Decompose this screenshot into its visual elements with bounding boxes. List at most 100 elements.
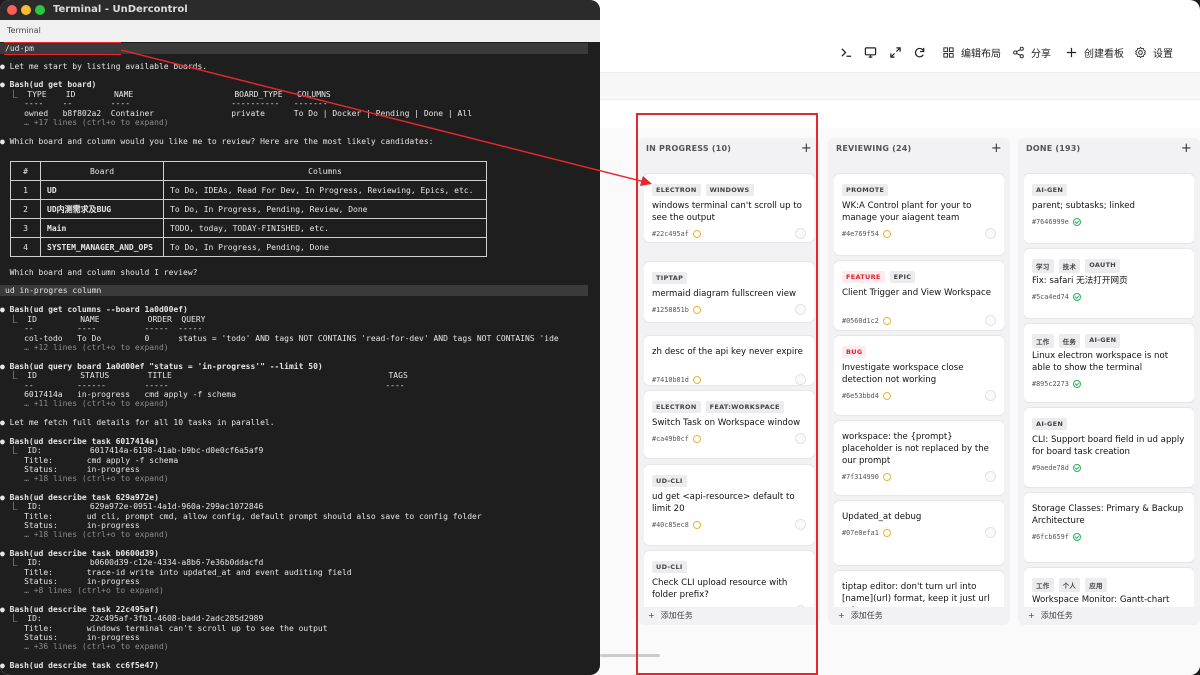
clock-icon: [882, 529, 891, 537]
assignee-avatar[interactable]: [795, 228, 806, 239]
task-card[interactable]: PROMOTE WK:A Control plant for your to ma…: [834, 174, 1004, 255]
task-card[interactable]: 工作 任务 AI-GEN Linux electron workspace is no…: [1024, 324, 1194, 402]
assignee-avatar[interactable]: [795, 374, 806, 385]
terminal-titlebar: Terminal - UnDercontrol: [0, 0, 600, 20]
add-card-icon[interactable]: +: [1181, 141, 1192, 156]
task-card[interactable]: ELECTRON WINDOWS windows terminal can't sc…: [644, 174, 814, 242]
tag-badge: FEAT:WORKSPACE: [705, 401, 784, 413]
card-id-text: #1258851b: [652, 306, 689, 314]
edit-layout-label: 编辑布局: [961, 48, 1001, 60]
table-cell: 2: [10, 199, 41, 219]
expand-icon[interactable]: [889, 36, 902, 68]
add-task-label: 添加任务: [660, 611, 693, 620]
task-card[interactable]: ELECTRON FEAT:WORKSPACE Switch Task on Wor…: [644, 391, 814, 458]
create-board-button[interactable]: 创建看板: [1065, 36, 1124, 68]
table-header-cell: #: [10, 161, 41, 181]
assignee-avatar[interactable]: [985, 315, 996, 326]
tab-terminal[interactable]: Terminal: [7, 26, 41, 35]
edit-layout-button[interactable]: 编辑布局: [942, 36, 1001, 68]
add-task-button[interactable]: + 添加任务: [1028, 610, 1073, 621]
task-card[interactable]: TIPTAP mermaid diagram fullscreen view #12…: [644, 262, 814, 322]
task-card[interactable]: AI-GEN parent; subtasks; linked #7646999e: [1024, 174, 1194, 243]
card-id: #7410b01d: [652, 376, 701, 384]
card-title: WK:A Control plant for your to manage yo…: [842, 201, 972, 223]
card-title: Fix: safari 无法打开网页: [1032, 276, 1128, 286]
tag-badge: UD-CLI: [652, 475, 687, 487]
table-row: 1 UD To Do, IDEAs, Read For Dev, In Progre…: [10, 180, 487, 200]
tag-badge: 工作: [1032, 334, 1054, 348]
task-card[interactable]: workspace: the {prompt} placeholder is n…: [834, 421, 1004, 495]
task-card[interactable]: zh desc of the api key never expire #7410…: [644, 336, 814, 385]
terminal-output[interactable]: # Board Columns 1 UD To Do, IDEAs, Read Fo…: [0, 42, 600, 675]
task-card[interactable]: UD-CLI ud get <api-resource> default to l…: [644, 465, 814, 545]
card-id: #6e53bbd4: [842, 392, 891, 400]
task-card[interactable]: 学习 技术 OAUTH Fix: safari 无法打开网页 #5ca4ed74: [1024, 249, 1194, 318]
card-list[interactable]: AI-GEN parent; subtasks; linked #7646999e 学…: [1024, 164, 1194, 607]
horizontal-scrollbar[interactable]: [600, 654, 660, 657]
close-icon[interactable]: [7, 5, 17, 15]
tag-list: UD-CLI: [652, 561, 687, 573]
add-card-icon[interactable]: +: [801, 141, 812, 156]
card-title: parent; subtasks; linked: [1032, 201, 1136, 211]
task-card[interactable]: BUG Investigate workspace close detection…: [834, 336, 1004, 415]
settings-label: 设置: [1153, 48, 1173, 60]
tag-badge: 个人: [1058, 578, 1081, 592]
table-cell: 3: [10, 218, 41, 238]
plus-icon: +: [648, 611, 655, 620]
tag-badge: 应用: [1085, 578, 1107, 592]
card-id-text: #07e0efa1: [842, 529, 879, 537]
card-list[interactable]: ELECTRON WINDOWS windows terminal can't sc…: [644, 164, 814, 607]
clock-icon: [882, 473, 891, 481]
card-title: tiptap editor: don't turn url into [name…: [842, 582, 990, 607]
task-card[interactable]: FEATURE EPIC Client Trigger and View Works…: [834, 261, 1004, 330]
tag-badge: UD-CLI: [652, 561, 687, 573]
task-card[interactable]: Updated_at debug #07e0efa1: [834, 501, 1004, 565]
table-cell: 4: [10, 237, 41, 257]
add-task-button[interactable]: + 添加任务: [838, 610, 883, 621]
maximize-icon[interactable]: [35, 5, 45, 15]
card-title: Linux electron workspace is not able to …: [1032, 351, 1169, 373]
card-title: CLI: Support board field in ud apply for…: [1032, 435, 1185, 457]
assignee-avatar[interactable]: [795, 605, 806, 607]
minimize-icon[interactable]: [21, 5, 31, 15]
tag-list: ELECTRON WINDOWS: [652, 184, 754, 196]
table-row: 4 SYSTEM_MANAGER_AND_OPS To Do, In Progres…: [10, 237, 487, 257]
task-card[interactable]: Storage Classes: Primary & Backup Archit…: [1024, 493, 1194, 562]
table-row: 2 UD内测需求及BUG To Do, In Progress, Pending, …: [10, 199, 487, 219]
create-board-label: 创建看板: [1084, 48, 1124, 60]
task-card[interactable]: UD-CLI Check CLI upload resource with fol…: [644, 551, 814, 607]
assignee-avatar[interactable]: [795, 304, 806, 315]
card-id: #5ca4ed74: [1032, 293, 1081, 301]
card-id-text: #7646999e: [1032, 218, 1069, 226]
card-id-text: #40c85ec8: [652, 521, 689, 529]
table-header-row: # Board Columns: [10, 161, 487, 181]
tag-badge: OAUTH: [1085, 259, 1121, 273]
terminal-icon[interactable]: [840, 36, 853, 68]
assignee-avatar[interactable]: [795, 433, 806, 444]
task-card[interactable]: AI-GEN CLI: Support board field in ud app…: [1024, 408, 1194, 487]
tag-list: UD-CLI: [652, 475, 687, 487]
task-card[interactable]: 工作个人应用 Workspace Monitor: Gantt-chart tim…: [1024, 568, 1194, 607]
add-card-icon[interactable]: +: [991, 141, 1002, 156]
refresh-icon[interactable]: [913, 36, 926, 68]
monitor-icon[interactable]: [864, 36, 877, 68]
card-list[interactable]: PROMOTE WK:A Control plant for your to ma…: [834, 164, 1004, 607]
assignee-avatar[interactable]: [795, 519, 806, 530]
add-task-label: 添加任务: [850, 611, 883, 620]
terminal-line: … +18 lines (ctrl+o to expand): [0, 474, 169, 483]
settings-button[interactable]: 设置: [1134, 36, 1173, 68]
assignee-avatar[interactable]: [985, 228, 996, 239]
card-title: Switch Task on Workspace window: [652, 418, 801, 428]
add-task-button[interactable]: + 添加任务: [648, 610, 693, 621]
assignee-avatar[interactable]: [985, 527, 996, 538]
card-id: #0560d1c2: [842, 317, 891, 325]
assignee-avatar[interactable]: [985, 471, 996, 482]
clock-icon: [692, 306, 701, 314]
share-button[interactable]: 分享: [1012, 36, 1051, 68]
tag-badge: PROMOTE: [842, 184, 889, 196]
card-id: #6fcb659f: [1032, 533, 1081, 541]
assignee-avatar[interactable]: [985, 390, 996, 401]
tag-list: AI-GEN: [1032, 184, 1068, 196]
card-id: #4e769f54: [842, 230, 891, 238]
task-card[interactable]: tiptap editor: don't turn url into [name…: [834, 571, 1004, 607]
